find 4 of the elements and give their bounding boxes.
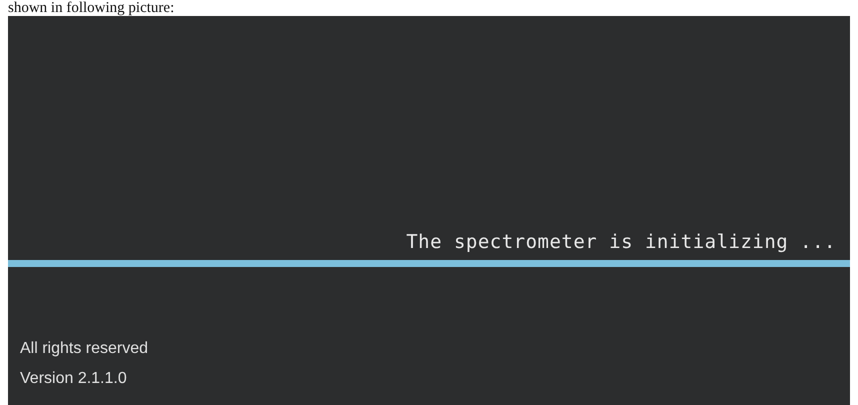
status-text: The spectrometer is initializing ... (406, 230, 836, 254)
footer-text: Version 2.1.1.0 (20, 369, 127, 389)
caption-text: shown in following picture: (7, 0, 176, 16)
footer-text: All rights reserved (20, 339, 148, 359)
